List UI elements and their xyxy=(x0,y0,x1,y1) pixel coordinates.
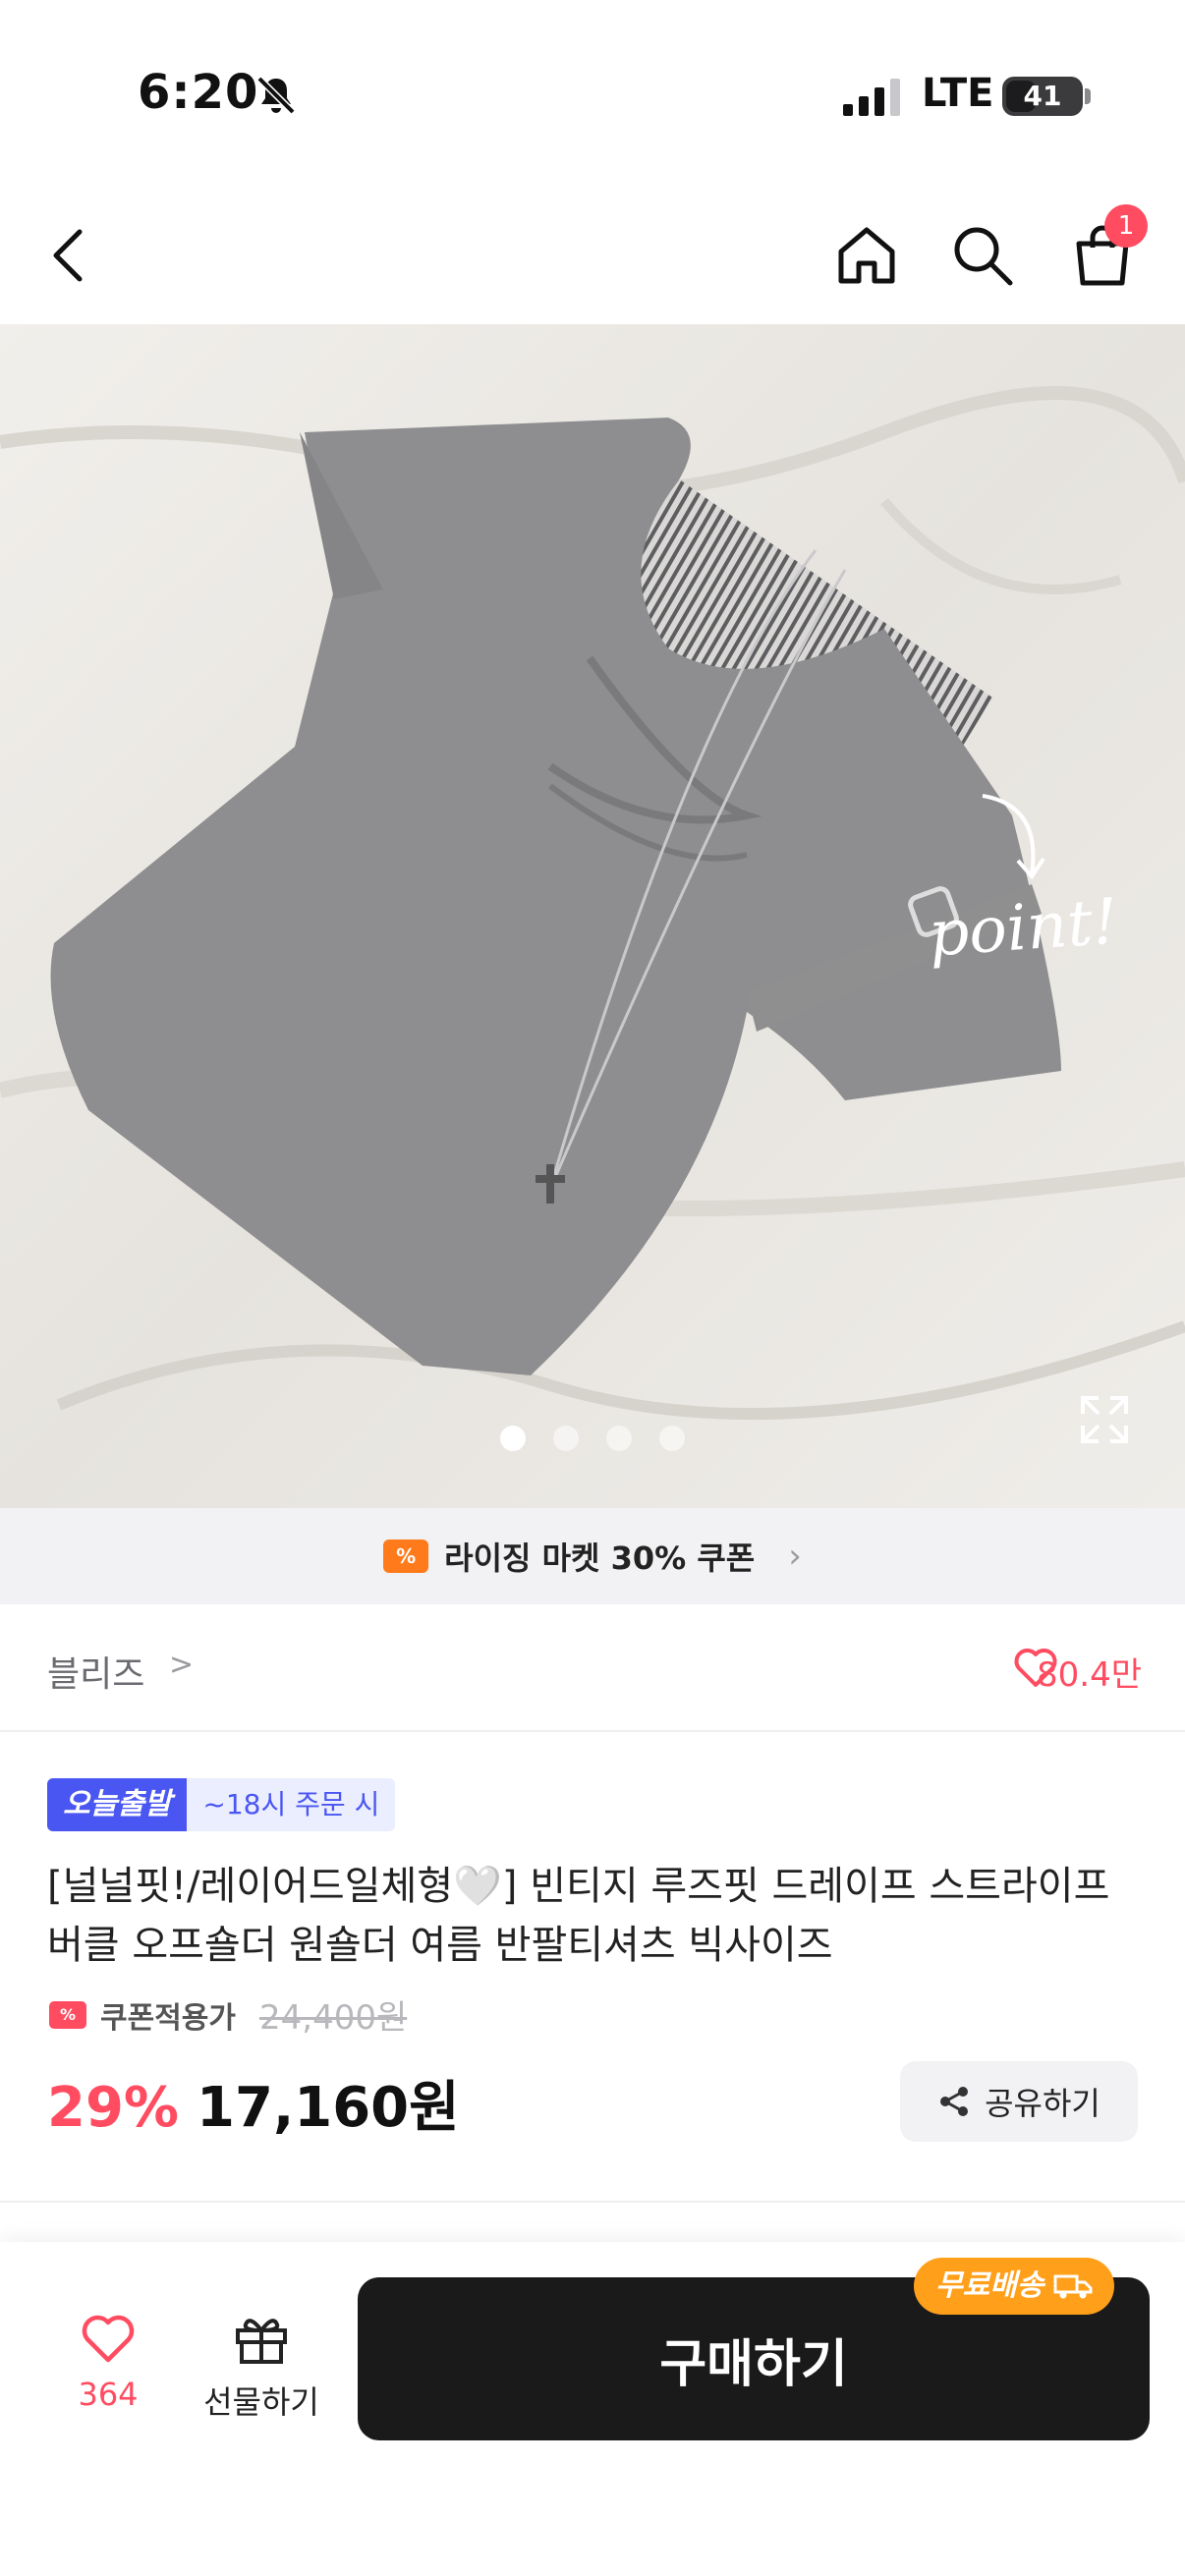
truck-icon xyxy=(1053,2274,1093,2299)
coupon-price-label: 쿠폰적용가 xyxy=(100,2000,236,2036)
brand-row: 블리즈 > 80.4만 xyxy=(0,1604,1185,1732)
gift-icon xyxy=(236,2319,287,2364)
back-icon xyxy=(53,229,83,282)
battery-icon: 41 xyxy=(1002,77,1083,116)
network-label: LTE xyxy=(922,71,994,116)
original-price: 24,400원 xyxy=(259,1998,408,2038)
carousel-dot[interactable] xyxy=(606,1426,632,1451)
point-annotation: point! xyxy=(926,885,1120,972)
heart-outline-icon xyxy=(82,2315,135,2363)
battery-percent: 41 xyxy=(1023,80,1062,112)
carousel-dot[interactable] xyxy=(553,1426,579,1451)
bottom-action-bar: 364 선물하기 구매하기 무료배송 xyxy=(0,2242,1185,2576)
share-icon xyxy=(940,2087,969,2116)
top-nav: 1 xyxy=(0,187,1185,324)
today-shipping-badge: 오늘출발 xyxy=(47,1778,188,1831)
free-shipping-badge: 무료배송 xyxy=(914,2258,1115,2315)
home-button[interactable] xyxy=(827,216,906,295)
carousel-dot[interactable] xyxy=(659,1426,685,1451)
expand-icon[interactable] xyxy=(1077,1392,1132,1447)
cart-button[interactable]: 1 xyxy=(1063,204,1148,295)
shipping-badges: 오늘출발 ~18시 주문 시 xyxy=(47,1778,396,1831)
search-icon xyxy=(954,227,1013,286)
coupon-price-line: % 쿠폰적용가 24,400원 xyxy=(49,1990,407,2039)
coupon-ticket-icon: % xyxy=(383,1540,429,1573)
discount-rate: 29% xyxy=(47,2076,180,2140)
brand-like-count: 80.4만 xyxy=(1037,1655,1142,1695)
like-button[interactable]: 364 xyxy=(59,2311,157,2413)
like-count: 364 xyxy=(78,2376,139,2413)
divider xyxy=(0,2201,1185,2203)
share-button[interactable]: 공유하기 xyxy=(900,2061,1138,2142)
signal-icon xyxy=(843,79,900,116)
chevron-right-icon: › xyxy=(788,1537,802,1576)
product-title: [널널핏!/레이어드일체형🤍] 빈티지 루즈핏 드레이프 스트라이프 버클 오프… xyxy=(47,1864,1110,1968)
product-image-carousel[interactable]: point! xyxy=(0,324,1185,1508)
coupon-banner[interactable]: % 라이징 마켓 30% 쿠폰 › xyxy=(0,1508,1185,1604)
gift-label: 선물하기 xyxy=(203,2383,319,2421)
home-icon xyxy=(838,227,895,284)
sale-price: 17,160원 xyxy=(197,2076,460,2140)
price-row: 29% 17,160원 xyxy=(47,2063,460,2143)
coupon-mini-icon: % xyxy=(49,2000,86,2029)
back-button[interactable] xyxy=(29,216,108,295)
carousel-dot[interactable] xyxy=(500,1426,526,1451)
gift-button[interactable]: 선물하기 xyxy=(193,2311,330,2423)
battery-cap xyxy=(1085,88,1091,104)
carousel-dots xyxy=(0,1426,1185,1451)
bell-muted-icon xyxy=(256,76,296,115)
search-button[interactable] xyxy=(943,216,1022,295)
status-time: 6:20 xyxy=(138,65,259,120)
order-deadline-badge: ~18시 주문 시 xyxy=(187,1778,396,1831)
cart-count-badge: 1 xyxy=(1104,204,1148,248)
coupon-banner-label: 라이징 마켓 30% 쿠폰 xyxy=(444,1540,756,1577)
brand-name-link[interactable]: 블리즈 xyxy=(47,1646,144,1697)
status-bar: 6:20 LTE 41 xyxy=(0,0,1185,187)
share-label: 공유하기 xyxy=(985,2085,1100,2122)
free-shipping-label: 무료배송 xyxy=(935,2268,1044,2303)
brand-chevron-icon: > xyxy=(169,1648,195,1682)
